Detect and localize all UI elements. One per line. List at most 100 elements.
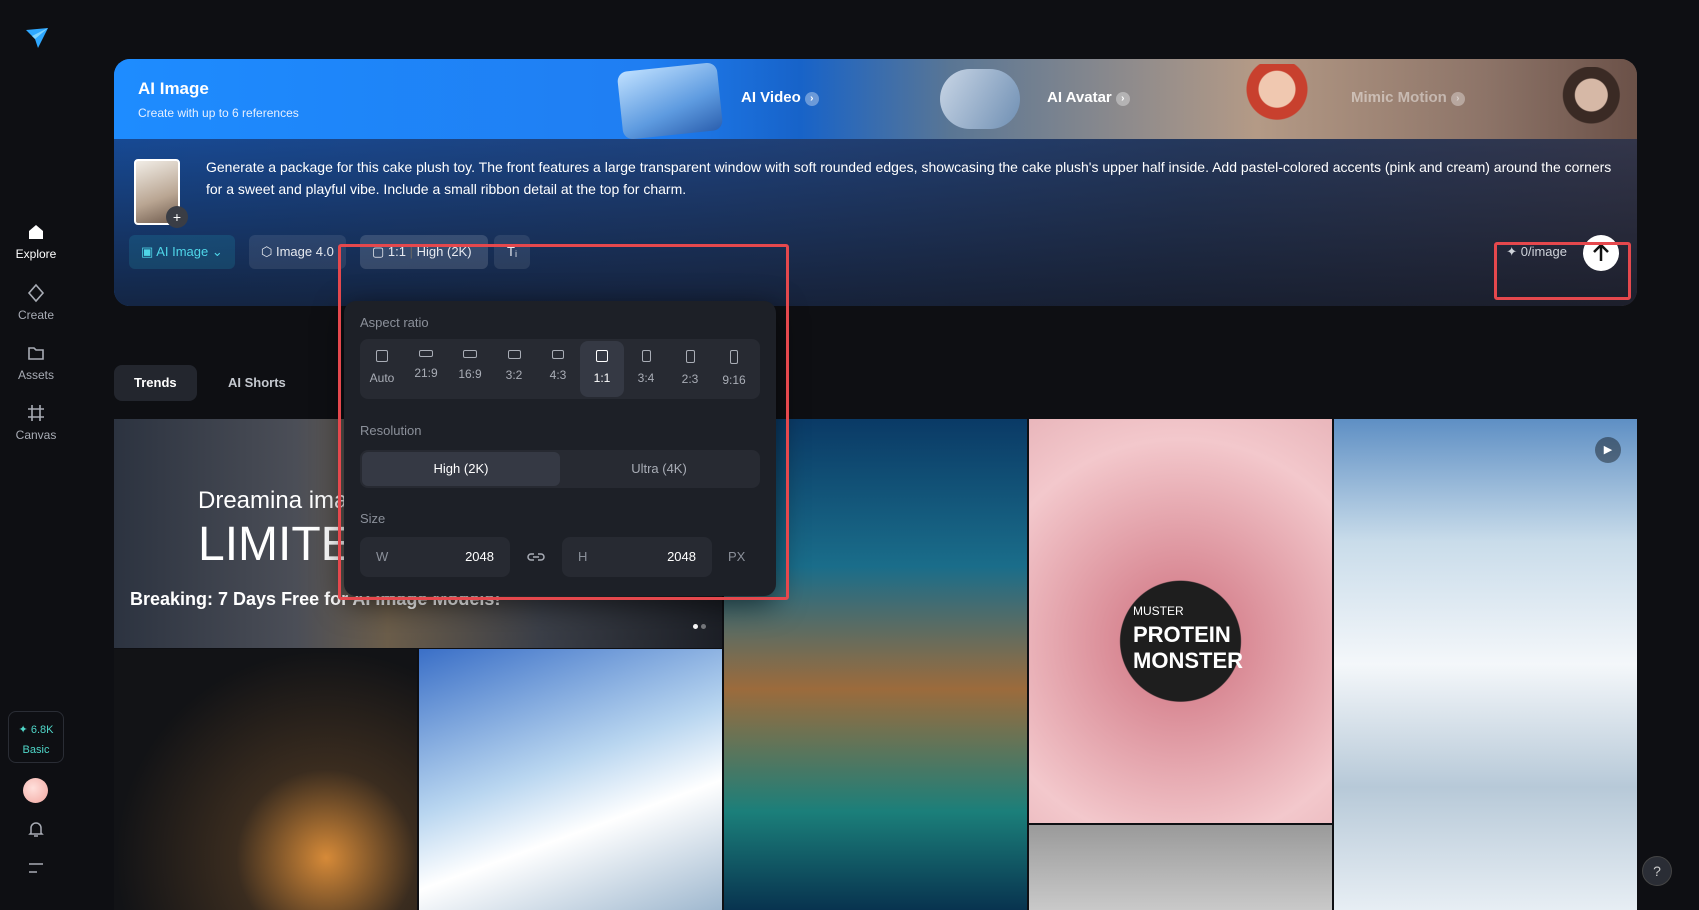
- ratio-option-16-9[interactable]: 16:9: [448, 341, 492, 397]
- generate-button[interactable]: [1583, 235, 1619, 271]
- ratio-option-label: Auto: [369, 371, 395, 385]
- ratio-option-2-3[interactable]: 2:3: [668, 341, 712, 397]
- play-icon[interactable]: ▶: [1595, 437, 1621, 463]
- model-selector-label: AI Image: [156, 244, 209, 259]
- link-icon[interactable]: [526, 549, 546, 565]
- avatar[interactable]: [23, 778, 48, 803]
- sidebar-item-canvas[interactable]: Canvas: [0, 403, 72, 442]
- version-selector[interactable]: ⬡ Image 4.0: [249, 235, 346, 269]
- resolution-high-2k[interactable]: High (2K): [362, 452, 560, 486]
- ratio-1-1-icon: [596, 350, 608, 362]
- card-text-brand: MUSTER: [1133, 604, 1184, 618]
- mode-tabs-bar: AI Image Create with up to 6 references …: [114, 59, 1637, 141]
- sidebar-item-label: Canvas: [15, 428, 57, 442]
- height-value: 2048: [667, 549, 696, 564]
- ratio-option-label: 9:16: [722, 373, 746, 387]
- height-key: H: [578, 549, 588, 564]
- sidebar-item-explore[interactable]: Explore: [0, 222, 72, 261]
- ratio-option-label: 4:3: [549, 368, 567, 382]
- ratio-option-auto[interactable]: Auto: [360, 341, 404, 397]
- ratio-option-21-9[interactable]: 21:9: [404, 341, 448, 397]
- feed-card[interactable]: ▶: [1334, 419, 1637, 910]
- height-field[interactable]: H 2048: [562, 537, 712, 577]
- banner-overlay-text-1: Dreamina imag: [198, 487, 361, 514]
- mimic-motion-thumbnail: [1242, 64, 1312, 136]
- feed-card[interactable]: [1029, 825, 1332, 910]
- ratio-option-label: 16:9: [458, 367, 482, 381]
- cost-label: ✦ 0/image: [1506, 244, 1567, 259]
- unit-label: PX: [728, 549, 746, 564]
- prompt-box[interactable]: + Generate a package for this cake plush…: [114, 139, 1637, 306]
- credits-count: ✦ 6.8K: [18, 724, 54, 736]
- mimic-motion-figure-thumbnail: [1555, 67, 1621, 137]
- tab-ai-video-label: AI Video: [741, 89, 801, 106]
- tab-ai-avatar-label: AI Avatar: [1047, 89, 1112, 106]
- chevron-right-icon: ›: [804, 92, 819, 106]
- auto-ratio-icon: [376, 350, 388, 362]
- ratio-option-1-1[interactable]: 1:1: [580, 341, 624, 397]
- arrow-up-icon: [1593, 243, 1609, 261]
- ratio-quality-button[interactable]: ▢ 1:1 | High (2K): [360, 235, 488, 269]
- canvas-icon: [28, 405, 44, 421]
- tab-ai-avatar[interactable]: AI Avatar ›: [1047, 89, 1130, 106]
- ai-avatar-thumbnail: [940, 69, 1020, 129]
- ratio-option-4-3[interactable]: 4:3: [536, 341, 580, 397]
- credits-badge[interactable]: ✦ 6.8K Basic: [8, 711, 64, 763]
- tab-trends[interactable]: Trends: [114, 365, 197, 401]
- resolution-label: Resolution: [360, 423, 422, 438]
- add-reference-button[interactable]: +: [166, 206, 188, 228]
- tab-ai-image-title[interactable]: AI Image: [138, 79, 209, 99]
- text-format-icon: Tᵢ: [507, 244, 517, 259]
- sidebar-item-label: Create: [17, 308, 55, 322]
- width-field[interactable]: W 2048: [360, 537, 510, 577]
- ai-video-thumbnail: [616, 61, 724, 141]
- feed-card[interactable]: [114, 649, 417, 910]
- ratio-option-label: 3:4: [637, 371, 655, 385]
- ratio-option-3-4[interactable]: 3:4: [624, 341, 668, 397]
- ratio-3-4-icon: [641, 350, 651, 362]
- ratio-2-3-icon: [685, 350, 695, 363]
- prompt-text[interactable]: Generate a package for this cake plush t…: [206, 156, 1626, 200]
- ratio-option-label: 1:1: [593, 371, 611, 385]
- ratio-21-9-icon: [419, 350, 433, 357]
- cube-icon: ⬡: [261, 244, 273, 259]
- carousel-dots[interactable]: [690, 616, 706, 634]
- ratio-16-9-icon: [463, 350, 477, 358]
- ratio-option-3-2[interactable]: 3:2: [492, 341, 536, 397]
- sidebar-item-assets[interactable]: Assets: [0, 343, 72, 382]
- aspect-ratio-options: Auto 21:9 16:9 3:2 4:3 1:1 3:4 2:3 9:16: [360, 339, 760, 399]
- image-mode-icon: ▣: [141, 244, 154, 259]
- ratio-label: 1:1: [387, 244, 406, 259]
- card-text-monster: MONSTER: [1133, 648, 1243, 673]
- resolution-ultra-4k[interactable]: Ultra (4K): [560, 452, 758, 486]
- dreamina-logo-icon[interactable]: [24, 26, 50, 52]
- help-button[interactable]: ?: [1642, 856, 1672, 886]
- feed-card[interactable]: [419, 649, 722, 910]
- menu-icon[interactable]: [27, 861, 45, 875]
- chevron-right-icon: ›: [1450, 92, 1465, 106]
- ratio-option-9-16[interactable]: 9:16: [712, 341, 756, 397]
- bell-icon[interactable]: [26, 819, 46, 839]
- sidebar-item-create[interactable]: Create: [0, 283, 72, 322]
- width-key: W: [376, 549, 389, 564]
- folder-icon: [28, 347, 44, 360]
- model-selector[interactable]: ▣ AI Image ⌄: [129, 235, 235, 269]
- resolution-options: High (2K) Ultra (4K): [360, 450, 760, 488]
- plan-label: Basic: [22, 744, 50, 756]
- text-format-button[interactable]: Tᵢ: [494, 235, 530, 269]
- tab-ai-video[interactable]: AI Video ›: [741, 89, 819, 106]
- size-label: Size: [360, 511, 386, 526]
- tab-ai-shorts[interactable]: AI Shorts: [208, 365, 306, 401]
- feed-card[interactable]: MUSTER PROTEIN MONSTER: [1029, 419, 1332, 823]
- chevron-right-icon: ›: [1115, 92, 1130, 106]
- sidebar-item-label: Assets: [17, 368, 54, 382]
- ratio-option-label: 3:2: [505, 368, 523, 382]
- tab-mimic-motion[interactable]: Mimic Motion ›: [1351, 89, 1465, 106]
- ratio-option-label: 21:9: [414, 366, 438, 380]
- tab-mimic-motion-label: Mimic Motion: [1351, 89, 1447, 106]
- ratio-4-3-icon: [552, 350, 564, 359]
- quality-label: High (2K): [416, 244, 472, 259]
- version-label: Image 4.0: [275, 244, 334, 259]
- sidebar-item-label: Explore: [15, 247, 57, 261]
- home-icon: [29, 225, 43, 239]
